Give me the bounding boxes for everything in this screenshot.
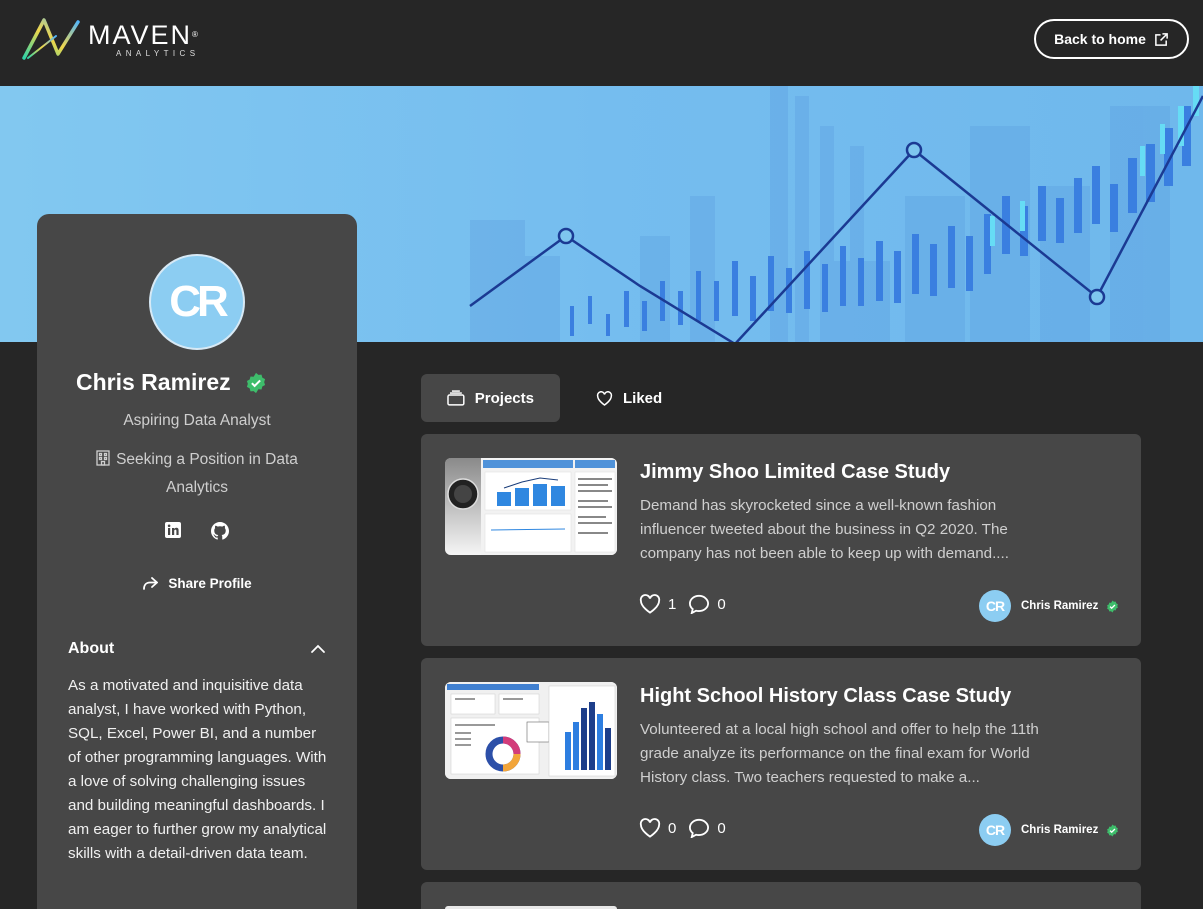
linkedin-icon[interactable]: [165, 522, 183, 540]
profile-sidebar: CR Chris Ramirez Aspiring Data Analyst S…: [37, 214, 357, 909]
project-title[interactable]: Hight School History Class Case Study: [640, 685, 1011, 708]
share-arrow-icon: [143, 576, 159, 590]
logo-word: MAVEN: [88, 19, 193, 50]
comment-count: 0: [717, 595, 726, 613]
chevron-up-icon: [311, 644, 325, 653]
comment-icon[interactable]: [688, 594, 710, 614]
about-section-toggle[interactable]: About: [68, 640, 326, 658]
author-name: Chris Ramirez: [1021, 824, 1099, 836]
comment-icon[interactable]: [688, 818, 710, 838]
author-avatar: CR: [979, 590, 1011, 622]
share-profile-label: Share Profile: [168, 576, 252, 591]
top-navbar: MAVEN® ANALYTICS Back to home: [0, 0, 1203, 86]
back-to-home-button[interactable]: Back to home: [1034, 19, 1189, 59]
about-title: About: [68, 640, 115, 657]
profile-tabs: Projects Liked: [421, 374, 688, 422]
tab-liked[interactable]: Liked: [560, 374, 688, 422]
project-author[interactable]: CR Chris Ramirez: [979, 814, 1119, 846]
external-link-icon: [1155, 32, 1168, 46]
author-avatar: CR: [979, 814, 1011, 846]
project-title[interactable]: Jimmy Shoo Limited Case Study: [640, 461, 950, 484]
tab-projects[interactable]: Projects: [421, 374, 560, 422]
share-profile-button[interactable]: Share Profile: [37, 576, 357, 591]
project-thumbnail[interactable]: [445, 458, 617, 555]
profile-seeking-text: Seeking a Position in Data Analytics: [116, 451, 298, 496]
comment-count: 0: [717, 819, 726, 837]
logo-registered: ®: [192, 29, 200, 39]
verified-badge-icon: [1107, 600, 1119, 612]
heart-outline-icon[interactable]: [639, 594, 661, 614]
tab-liked-label: Liked: [623, 389, 663, 407]
logo-subtitle: ANALYTICS: [116, 48, 200, 58]
project-description: Demand has skyrocketed since a well-know…: [640, 497, 1009, 562]
maven-analytics-logo[interactable]: MAVEN® ANALYTICS: [20, 14, 200, 64]
stack-icon: [447, 390, 465, 406]
tab-projects-label: Projects: [474, 389, 534, 407]
profile-headline: Aspiring Data Analyst: [123, 412, 271, 429]
heart-outline-icon: [596, 390, 613, 406]
project-thumbnail[interactable]: [445, 682, 617, 779]
heart-outline-icon[interactable]: [639, 818, 661, 838]
github-icon[interactable]: [211, 522, 229, 540]
project-description: Volunteered at a local high school and o…: [640, 721, 1039, 786]
like-count: 1: [668, 595, 677, 613]
project-card[interactable]: [421, 882, 1141, 909]
back-to-home-label: Back to home: [1054, 31, 1146, 47]
project-card[interactable]: Jimmy Shoo Limited Case Study Demand has…: [421, 434, 1141, 646]
author-name: Chris Ramirez: [1021, 600, 1099, 612]
profile-name: Chris Ramirez: [76, 369, 231, 395]
verified-badge-icon: [1107, 824, 1119, 836]
profile-status: Seeking a Position in Data Analytics: [77, 446, 317, 502]
about-text: As a motivated and inquisitive data anal…: [68, 677, 327, 862]
building-icon: [96, 450, 110, 466]
project-author[interactable]: CR Chris Ramirez: [979, 590, 1119, 622]
logo-mark-icon: [22, 18, 80, 60]
project-card[interactable]: Hight School History Class Case Study Vo…: [421, 658, 1141, 870]
verified-badge-icon: [246, 372, 265, 393]
profile-avatar: CR: [149, 254, 245, 350]
like-count: 0: [668, 819, 677, 837]
